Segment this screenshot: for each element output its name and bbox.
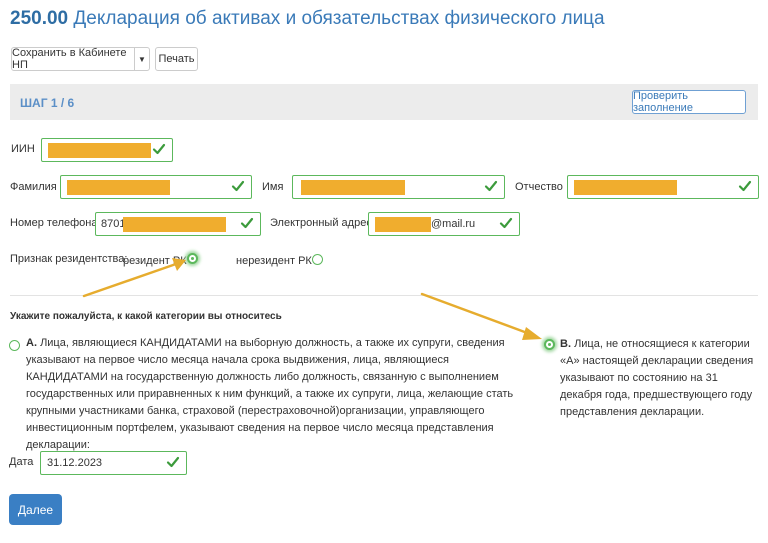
category-b-description: Лица, не относящиеся к категории «А» нас… — [560, 338, 754, 418]
name-label: Имя — [262, 181, 284, 193]
email-value: @mail.ru — [431, 218, 476, 230]
email-redaction — [375, 217, 431, 232]
valid-check-icon — [166, 455, 180, 469]
phone-field[interactable]: 8701 — [95, 212, 261, 236]
category-prompt: Укажите пожалуйста, к какой категории вы… — [10, 311, 282, 322]
category-a-radio[interactable] — [9, 340, 20, 351]
form-code: 250.00 — [10, 8, 69, 29]
check-filling-label: Проверить заполнение — [633, 90, 693, 114]
caret-down-icon: ▼ — [138, 54, 146, 64]
valid-check-icon — [484, 179, 498, 193]
patronymic-redaction — [574, 180, 677, 195]
phone-redaction — [123, 217, 226, 232]
valid-check-icon — [240, 216, 254, 230]
annotation-arrow-category-b — [420, 292, 542, 340]
print-button-label: Печать — [158, 53, 195, 65]
category-b-text: В. Лица, не относящиеся к категории «А» … — [560, 336, 760, 421]
patronymic-label: Отчество — [515, 181, 563, 193]
annotation-arrow-resident — [82, 258, 186, 298]
nonresident-radio[interactable] — [312, 254, 323, 265]
email-label: Электронный адрес — [270, 217, 372, 229]
save-to-cabinet-button[interactable]: Сохранить в Кабинете НП — [11, 47, 135, 71]
date-field[interactable]: 31.12.2023 — [40, 451, 187, 475]
valid-check-icon — [231, 179, 245, 193]
surname-label: Фамилия — [10, 181, 57, 193]
nonresident-option-label[interactable]: нерезидент РК — [236, 255, 312, 267]
iin-redaction — [48, 143, 151, 158]
valid-check-icon — [738, 179, 752, 193]
next-button[interactable]: Далее — [9, 494, 62, 525]
category-a-text: А. Лица, являющиеся КАНДИДАТАМИ на выбор… — [26, 335, 520, 454]
valid-check-icon — [499, 216, 513, 230]
save-button-label: Сохранить в Кабинете НП — [12, 47, 127, 71]
name-field[interactable] — [292, 175, 505, 199]
category-a-letter: А. — [26, 337, 37, 349]
phone-value: 8701 — [101, 218, 126, 230]
valid-check-icon — [152, 142, 166, 156]
patronymic-field[interactable] — [567, 175, 759, 199]
iin-field[interactable] — [41, 138, 173, 162]
iin-label: ИИН — [11, 143, 35, 155]
phone-label: Номер телефона — [10, 217, 98, 229]
date-label: Дата — [9, 456, 34, 468]
print-button[interactable]: Печать — [155, 47, 198, 71]
name-redaction — [301, 180, 405, 195]
surname-field[interactable] — [60, 175, 252, 199]
category-a-description: Лица, являющиеся КАНДИДАТАМИ на выборную… — [26, 337, 514, 451]
next-button-label: Далее — [17, 502, 54, 517]
email-field[interactable]: @mail.ru — [368, 212, 520, 236]
save-dropdown-button[interactable]: ▼ — [134, 47, 150, 71]
check-filling-button[interactable]: Проверить заполнение — [632, 90, 746, 114]
date-value: 31.12.2023 — [47, 457, 103, 469]
form-title: Декларация об активах и обязательствах ф… — [73, 8, 605, 29]
page-title: 250.00 Декларация об активах и обязатель… — [10, 8, 605, 30]
step-indicator: ШАГ 1 / 6 — [20, 96, 75, 110]
category-b-letter: В. — [560, 338, 571, 350]
surname-redaction — [67, 180, 170, 195]
